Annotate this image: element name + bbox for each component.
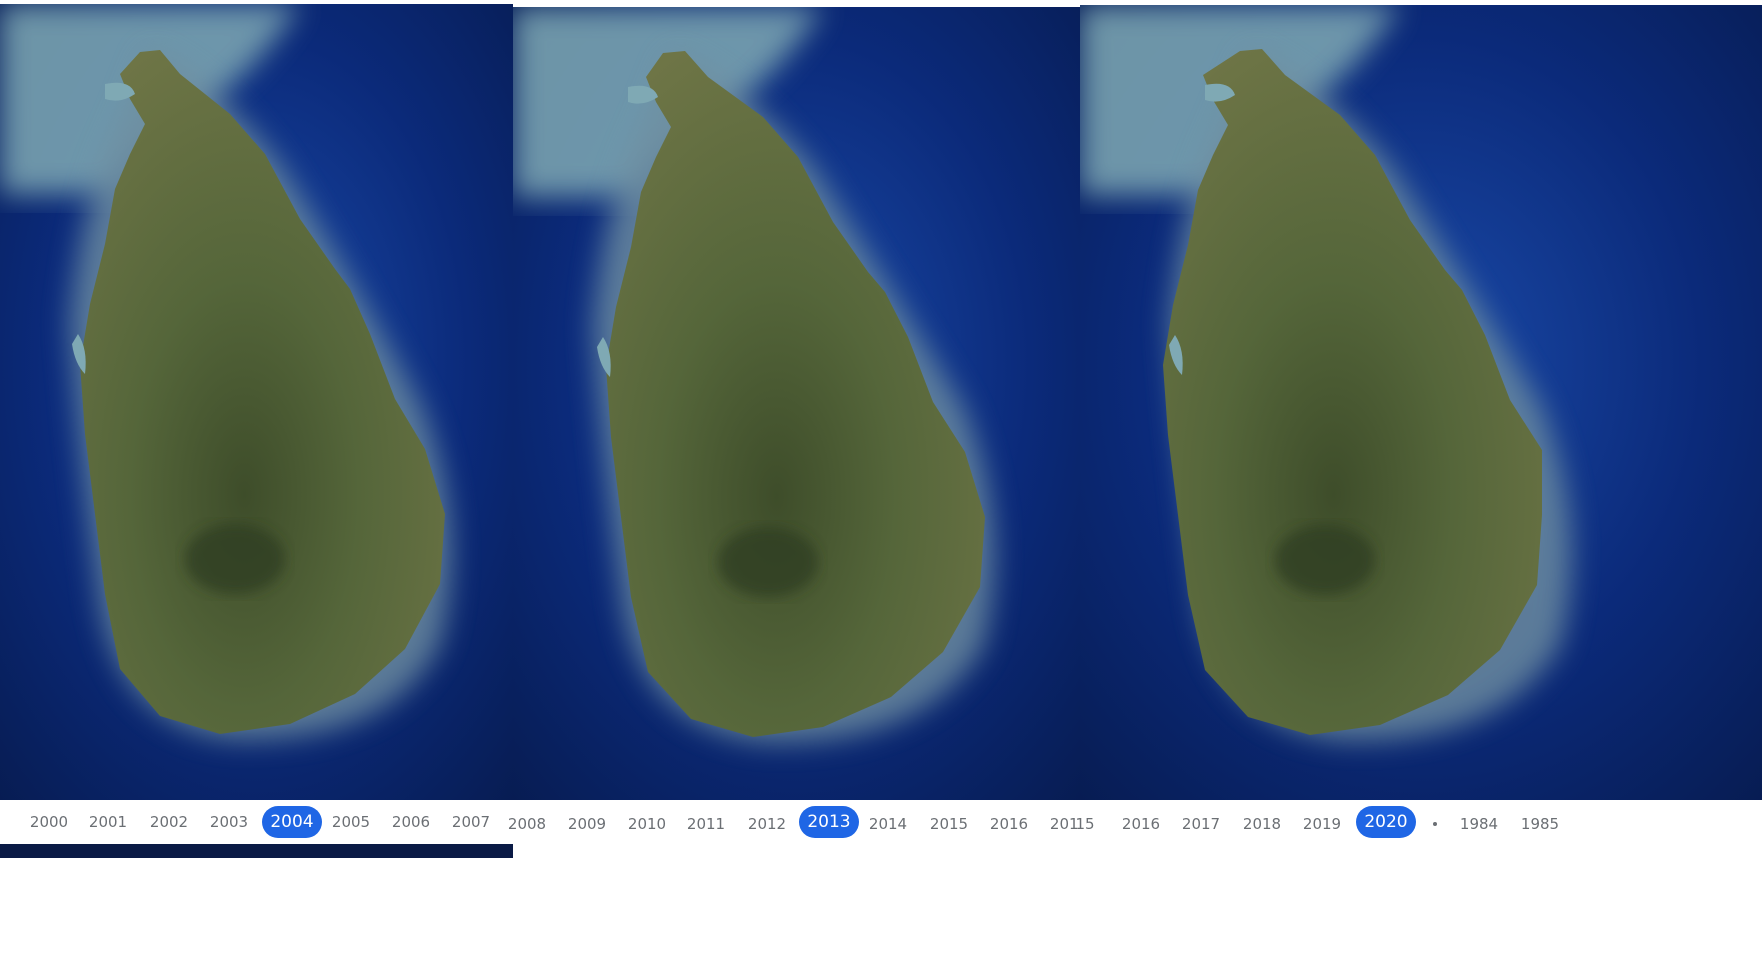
satellite-map-3 <box>1080 5 1762 800</box>
year-chip-1984[interactable]: 1984 <box>1454 800 1504 847</box>
year-chip-2007[interactable]: 2007 <box>446 800 496 844</box>
year-chip-2001[interactable]: 2001 <box>83 800 133 844</box>
year-chip-2012[interactable]: 2012 <box>742 800 792 847</box>
year-chip-15[interactable]: 15 <box>1060 800 1110 847</box>
year-chip-2003[interactable]: 2003 <box>204 800 254 844</box>
separator-dot <box>1433 822 1437 826</box>
satellite-map-2 <box>513 7 1080 800</box>
year-chip-2011[interactable]: 2011 <box>681 800 731 847</box>
year-chip-2016[interactable]: 2016 <box>984 800 1034 847</box>
year-chip-2017[interactable]: 2017 <box>1176 800 1226 847</box>
timeline-1: 2000 2001 2002 2003 2004 2005 2006 2007 <box>0 800 513 844</box>
year-chip-2020[interactable]: 2020 <box>1356 806 1416 838</box>
year-chip-1985[interactable]: 1985 <box>1515 800 1565 847</box>
year-chip-2015[interactable]: 2015 <box>924 800 974 847</box>
year-chip-2004[interactable]: 2004 <box>262 806 322 838</box>
year-chip-2008[interactable]: 2008 <box>502 800 552 847</box>
satellite-panel-3 <box>1080 5 1762 800</box>
year-chip-2018[interactable]: 2018 <box>1237 800 1287 847</box>
satellite-panel-2 <box>513 7 1080 800</box>
year-chip-2005[interactable]: 2005 <box>326 800 376 844</box>
satellite-map-1 <box>0 4 513 800</box>
timeline-2: 2008 2009 2010 2011 2012 2013 2014 2015 2016 2017 <box>508 800 1088 847</box>
satellite-panel-1 <box>0 4 513 800</box>
year-chip-2019[interactable]: 2019 <box>1297 800 1347 847</box>
bottom-strip-1 <box>0 844 513 858</box>
timeline-3: 15 2016 2017 2018 2019 2020 1984 1985 <box>1075 800 1762 847</box>
year-chip-2016[interactable]: 2016 <box>1116 800 1166 847</box>
year-chip-2014[interactable]: 2014 <box>863 800 913 847</box>
year-chip-2010[interactable]: 2010 <box>622 800 672 847</box>
year-chip-2013[interactable]: 2013 <box>799 806 859 838</box>
year-chip-2000[interactable]: 2000 <box>24 800 74 844</box>
year-chip-2002[interactable]: 2002 <box>144 800 194 844</box>
year-chip-2006[interactable]: 2006 <box>386 800 436 844</box>
year-chip-2009[interactable]: 2009 <box>562 800 612 847</box>
